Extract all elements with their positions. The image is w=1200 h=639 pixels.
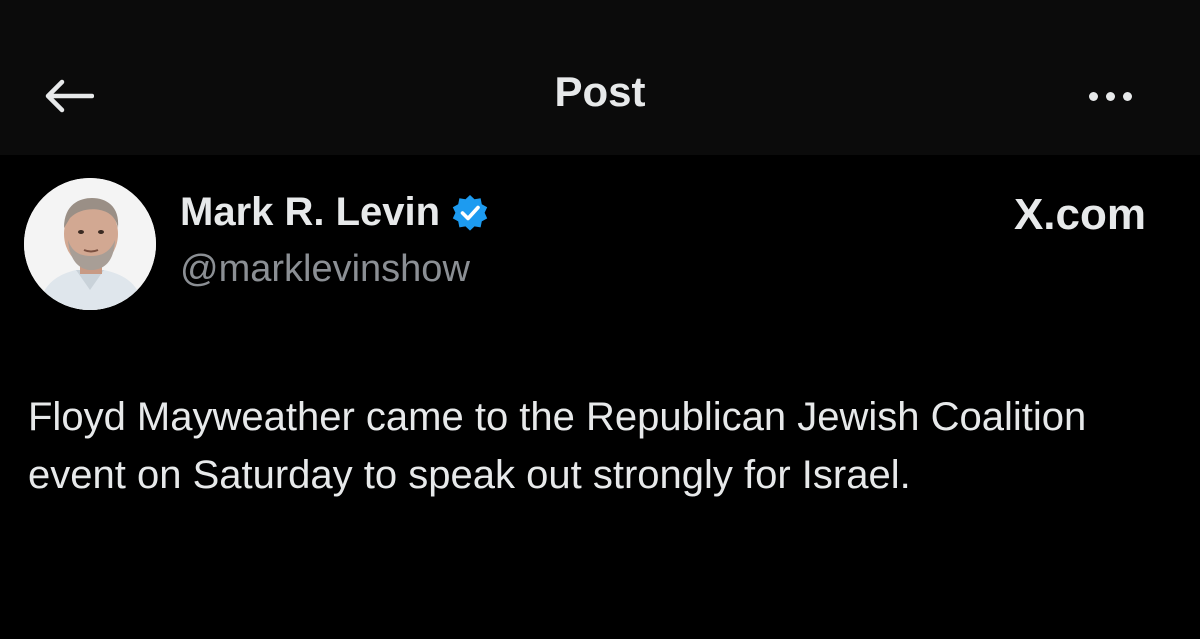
post-text: Floyd Mayweather came to the Republican … (28, 395, 1087, 497)
avatar-portrait-icon (24, 178, 156, 310)
page-title: Post (554, 68, 646, 115)
avatar[interactable] (24, 178, 156, 310)
author-name-text: Mark R. Levin (180, 190, 441, 234)
more-dot (1122, 91, 1132, 101)
back-button[interactable] (40, 74, 96, 118)
arrow-left-icon (45, 79, 94, 113)
verified-badge-icon (452, 194, 488, 231)
top-bar: Post (0, 0, 1200, 155)
source-site-label: X.com (1013, 190, 1146, 239)
more-button[interactable] (1080, 78, 1140, 114)
author-handle[interactable]: @marklevinshow (180, 248, 470, 291)
author-display-name[interactable]: Mark R. Levin (180, 190, 490, 235)
more-dot (1105, 91, 1115, 101)
more-horizontal-icon (1088, 91, 1098, 101)
